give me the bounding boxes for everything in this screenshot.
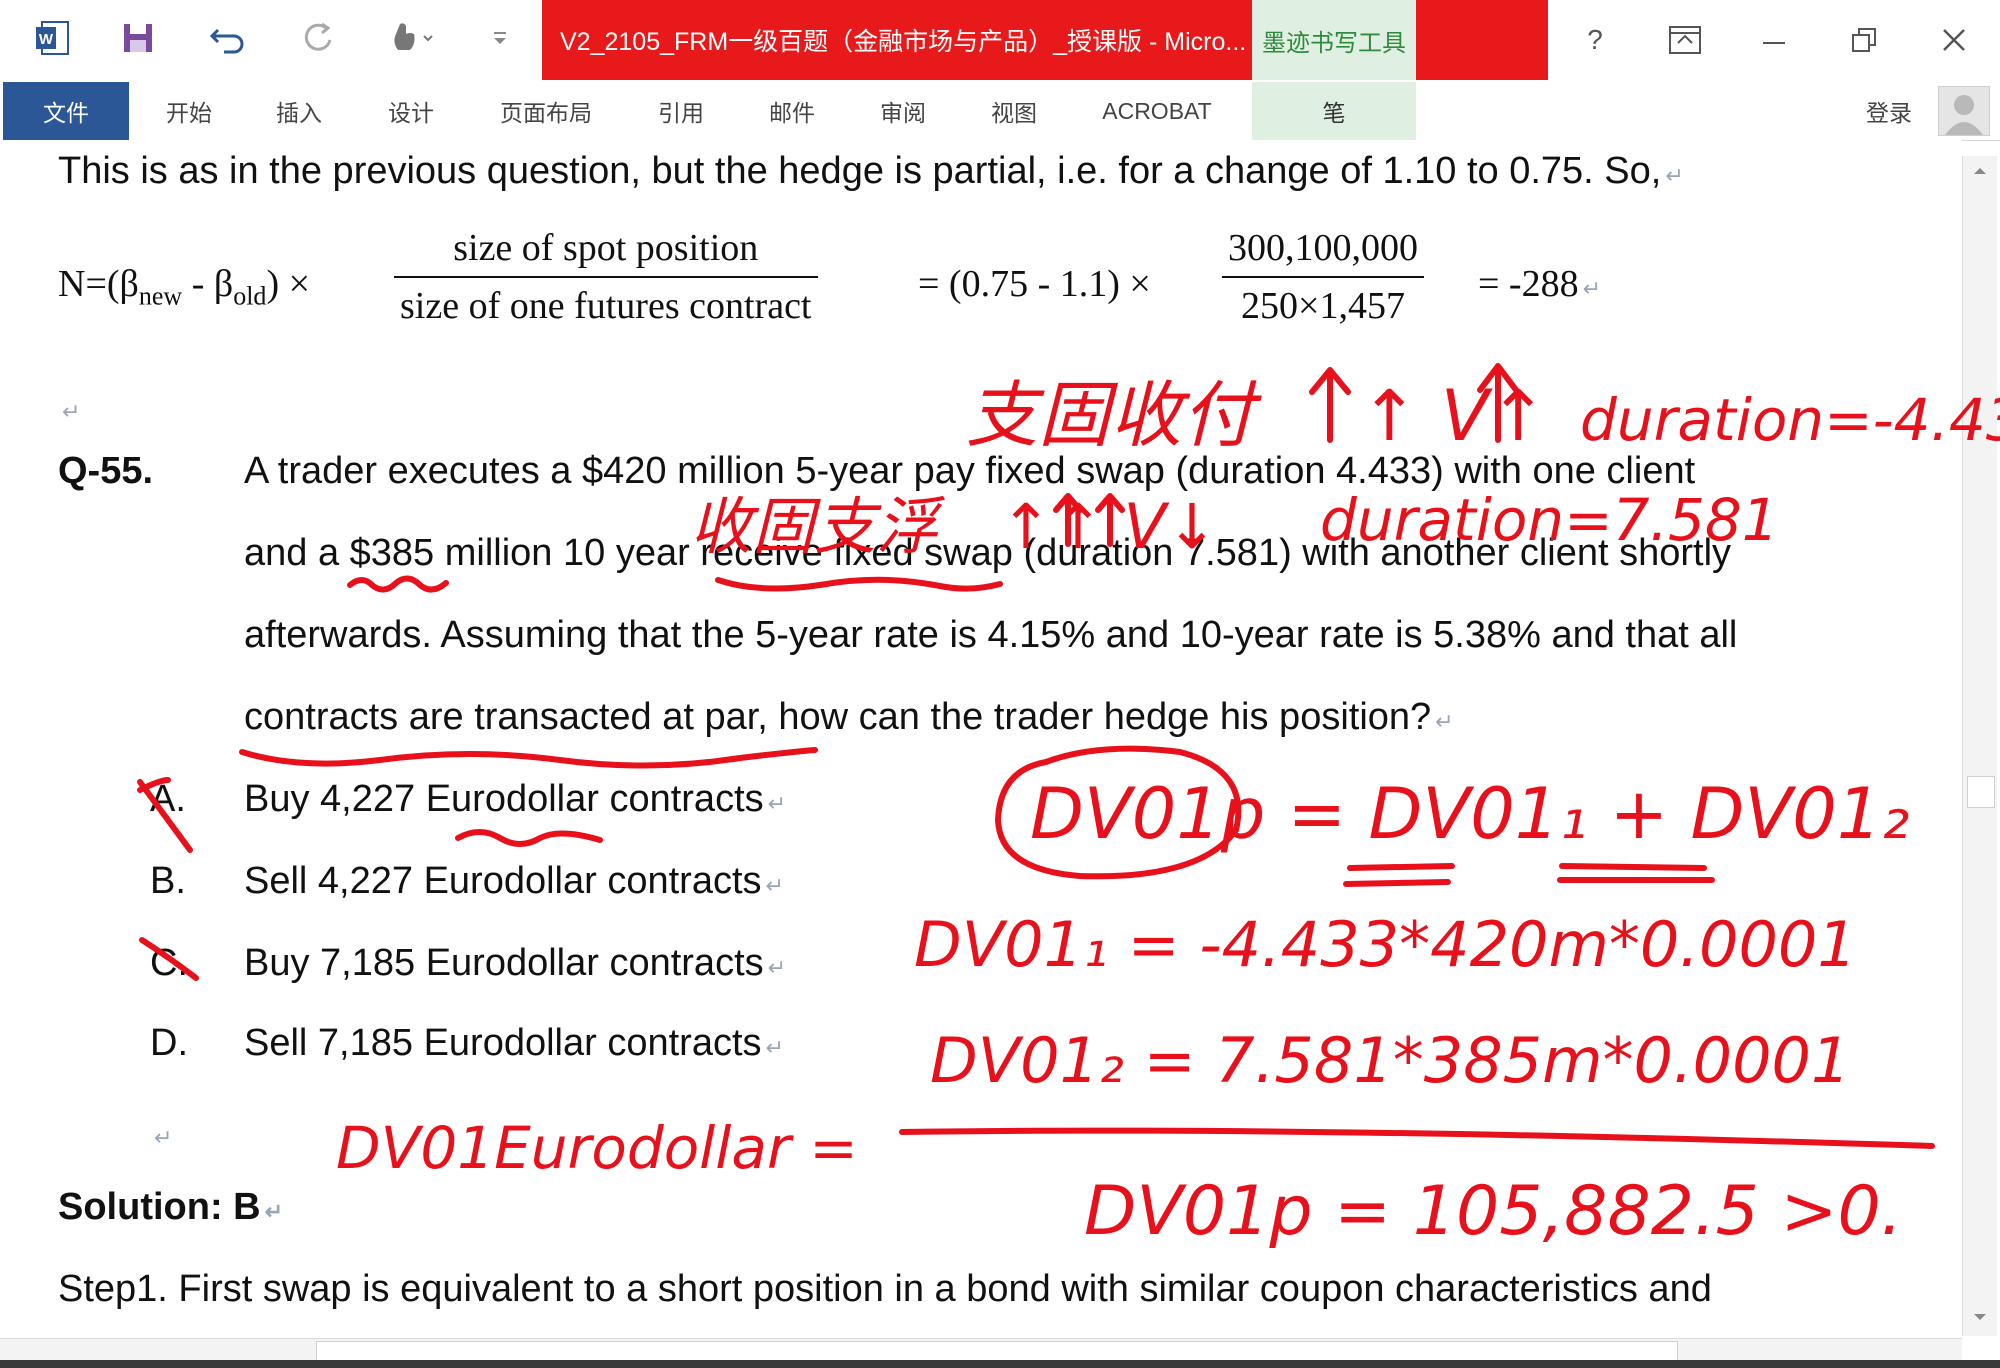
close-icon [1943,29,1965,51]
title-bar: W V2_2105_FRM一级百题（金融市场与产品）_授课版 - Micro..… [0,0,2000,82]
ribbon-tab-bar: 文件 开始 插入 设计 页面布局 引用 邮件 审阅 视图 ACROBAT 笔 登… [0,82,2000,141]
fraction-spot-over-futures: size of spot position size of one future… [394,226,818,328]
option-d-text: Sell 7,185 Eurodollar contracts [244,1022,762,1064]
title-accent [1416,0,1548,80]
sign-in-link[interactable]: 登录 [1866,82,1912,140]
question-label: Q-55. [58,450,154,492]
empty-paragraph: ↵ [150,1112,172,1155]
question-line-3: afterwards. Assuming that the 5-year rat… [244,614,1738,656]
ribbon-display-icon [1669,26,1701,54]
tab-acrobat[interactable]: ACROBAT [1090,82,1224,140]
horizontal-scroll-thumb[interactable] [316,1341,1678,1361]
step1-paragraph: Step1. First swap is equivalent to a sho… [58,1268,1712,1310]
horizontal-scrollbar[interactable] [0,1338,1962,1361]
paragraph-mark: ↵ [767,955,787,980]
option-a-text: Buy 4,227 Eurodollar contracts [244,778,764,820]
option-d: Sell 7,185 Eurodollar contracts ↵ [244,1022,784,1065]
paragraph-mark: ↵ [264,1199,284,1224]
tab-page-layout[interactable]: 页面布局 [486,82,606,140]
svg-text:W: W [39,31,54,48]
formula-sub-new: new [138,281,183,311]
question-line-1: A trader executes a $420 million 5-year … [244,450,1696,492]
tab-design[interactable]: 设计 [372,82,450,140]
solution-text: Solution: B [58,1186,261,1228]
option-a: Buy 4,227 Eurodollar contracts ↵ [244,778,786,821]
option-letter-a: A. [150,778,186,820]
scroll-up-arrow-icon[interactable] [1969,160,1991,182]
question-line-2: and a $385 million 10 year receive fixed… [244,532,1732,574]
paragraph-mark: ↵ [1665,163,1684,188]
formula-result: = -288 ↵ [1478,262,1601,306]
paragraph-mark: ↵ [765,1035,784,1060]
fraction-value-numerator: 300,100,000 [1228,227,1418,269]
tab-references[interactable]: 引用 [642,82,720,140]
paragraph-mark: ↵ [767,791,787,816]
option-c-text: Buy 7,185 Eurodollar contracts [244,942,764,984]
minimize-icon [1763,42,1785,44]
tab-home[interactable]: 开始 [150,82,228,140]
option-letter-c: C. [150,942,188,984]
formula-n-beta: N=(β [58,263,139,305]
fraction-denominator: size of one futures contract [394,276,818,328]
option-letter-b: B. [150,860,186,902]
minimize-button[interactable] [1744,12,1804,68]
ink-tools-context-tab[interactable]: 墨迹书写工具 [1252,0,1416,80]
formula-result-value: = -288 [1478,263,1579,305]
formula-mid: = (0.75 - 1.1) × [918,263,1151,305]
scroll-thumb[interactable] [1967,776,1995,808]
formula-minus-beta: - β [182,263,234,305]
customize-toolbar-icon[interactable] [472,10,528,66]
empty-paragraph: ↵ [58,386,80,429]
tab-pen[interactable]: 笔 [1252,82,1416,140]
option-letter-d: D. [150,1022,188,1064]
option-c: Buy 7,185 Eurodollar contracts ↵ [244,942,786,985]
paragraph-mark: ↵ [765,873,784,898]
fraction-numerator: size of spot position [453,227,759,269]
ribbon-display-options-button[interactable] [1655,12,1715,68]
tab-mailings[interactable]: 邮件 [753,82,831,140]
solution-heading: Solution: B ↵ [58,1186,283,1229]
undo-icon[interactable] [200,10,256,66]
fraction-value-denominator: 250×1,457 [1222,276,1424,328]
user-icon [1945,95,1983,135]
redo-icon[interactable] [290,10,346,66]
option-b: Sell 4,227 Eurodollar contracts ↵ [244,860,784,903]
paragraph-mark: ↵ [62,399,81,424]
scroll-down-arrow-icon[interactable] [1969,1306,1991,1328]
save-icon[interactable] [110,10,166,66]
tab-file[interactable]: 文件 [3,82,129,140]
paragraph-mark: ↵ [154,1125,173,1150]
tab-view[interactable]: 视图 [975,82,1053,140]
formula-sub-old: old [233,281,267,311]
formula-lhs: N=(βnew - βold) × [58,262,310,312]
option-b-text: Sell 4,227 Eurodollar contracts [244,860,762,902]
word-app-icon[interactable]: W [24,10,80,66]
question-line-4-text: contracts are transacted at par, how can… [244,696,1432,738]
intro-paragraph: This is as in the previous question, but… [58,150,1684,193]
restore-icon [1852,28,1876,52]
tab-insert[interactable]: 插入 [260,82,338,140]
formula-times: ) × [266,263,311,305]
paragraph-mark: ↵ [1582,276,1602,301]
question-line-4: contracts are transacted at par, how can… [244,696,1454,739]
paragraph-mark: ↵ [1435,709,1454,734]
touch-mode-icon[interactable] [385,10,441,66]
document-title: V2_2105_FRM一级百题（金融市场与产品）_授课版 - Micro... [542,0,1252,80]
intro-text: This is as in the previous question, but… [58,150,1662,192]
close-button[interactable] [1924,12,1984,68]
restore-button[interactable] [1834,12,1894,68]
bottom-strip [0,1360,2000,1368]
help-button[interactable]: ? [1565,12,1625,68]
vertical-scrollbar[interactable] [1962,156,1997,1336]
document-page[interactable]: This is as in the previous question, but… [0,140,1962,1338]
fraction-values: 300,100,000 250×1,457 [1222,226,1424,328]
avatar[interactable] [1938,86,1990,136]
tab-review[interactable]: 审阅 [864,82,942,140]
